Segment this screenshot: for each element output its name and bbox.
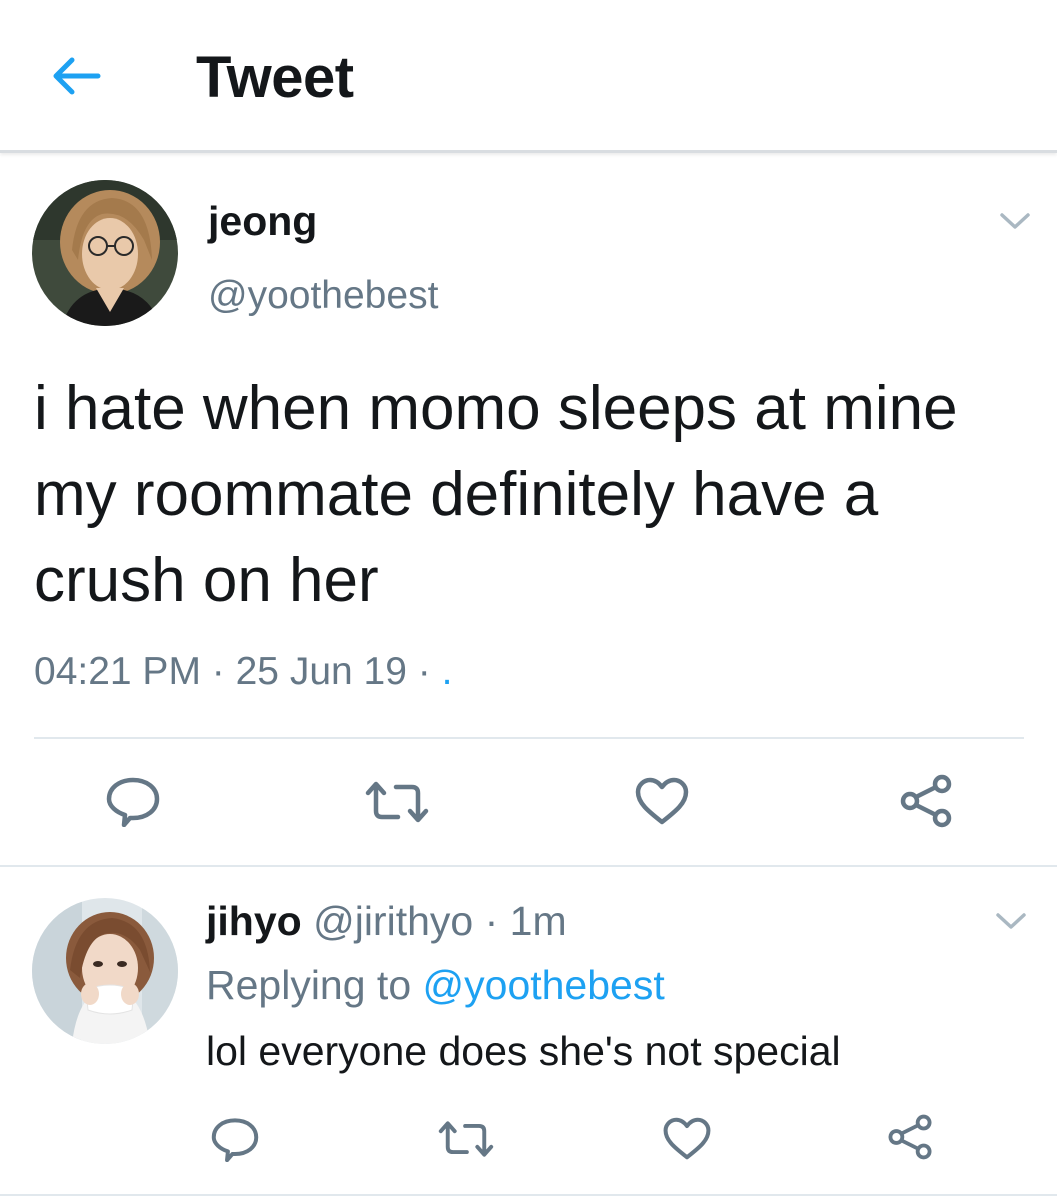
- reply-menu-button[interactable]: [994, 910, 1028, 932]
- share-button[interactable]: [898, 774, 954, 833]
- arrow-left-icon: [53, 57, 101, 95]
- tweet-menu-button[interactable]: [998, 210, 1032, 232]
- divider: [0, 1194, 1057, 1196]
- author-handle[interactable]: @yoothebest: [208, 274, 438, 318]
- back-button[interactable]: [48, 52, 104, 100]
- tweet-meta: 04:21 PM · 25 Jun 19 · .: [34, 650, 452, 694]
- reply-avatar[interactable]: [32, 898, 178, 1044]
- reply-header: jihyo @jirithyo · 1m: [206, 898, 567, 945]
- share-icon: [900, 774, 952, 828]
- speech-bubble-icon: [106, 777, 160, 828]
- top-bar: Tweet: [0, 0, 1057, 153]
- meta-separator: ·: [406, 650, 442, 693]
- retweet-button[interactable]: [364, 779, 430, 830]
- speech-bubble-icon: [211, 1118, 259, 1163]
- avatar-photo: [32, 180, 178, 326]
- replying-to-label: Replying to: [206, 962, 423, 1008]
- like-button[interactable]: [634, 776, 690, 831]
- tweet-source-link[interactable]: .: [442, 650, 453, 693]
- tweet-time: 04:21 PM: [34, 650, 201, 693]
- divider: [34, 737, 1024, 739]
- tweet-date: 25 Jun 19: [235, 650, 407, 693]
- retweet-icon: [365, 781, 429, 823]
- reply-button[interactable]: [105, 775, 161, 832]
- reply-share-button[interactable]: [886, 1114, 934, 1165]
- meta-separator: ·: [200, 650, 236, 693]
- reply-text: lol everyone does she's not special: [206, 1028, 841, 1074]
- retweet-icon: [438, 1121, 494, 1157]
- replying-to-handle[interactable]: @yoothebest: [423, 962, 665, 1008]
- reply-age[interactable]: 1m: [510, 898, 567, 944]
- replying-to: Replying to @yoothebest: [206, 962, 665, 1009]
- avatar-photo: [32, 898, 178, 1044]
- reply-author-handle[interactable]: @jirithyo: [313, 898, 473, 944]
- reply-author-name[interactable]: jihyo: [206, 898, 302, 944]
- author-name[interactable]: jeong: [208, 198, 317, 245]
- heart-icon: [635, 777, 689, 825]
- avatar[interactable]: [32, 180, 178, 326]
- share-icon: [888, 1114, 932, 1160]
- divider: [0, 865, 1057, 867]
- reply-like-button[interactable]: [662, 1116, 712, 1166]
- heart-icon: [663, 1117, 711, 1160]
- reply-reply-button[interactable]: [210, 1116, 260, 1167]
- reply-separator: ·: [473, 898, 510, 944]
- tweet-text: i hate when momo sleeps at mine my roomm…: [34, 374, 958, 615]
- chevron-down-icon: [1000, 213, 1030, 229]
- reply-retweet-button[interactable]: [437, 1119, 495, 1164]
- chevron-down-icon: [996, 913, 1026, 929]
- page-title: Tweet: [196, 45, 354, 110]
